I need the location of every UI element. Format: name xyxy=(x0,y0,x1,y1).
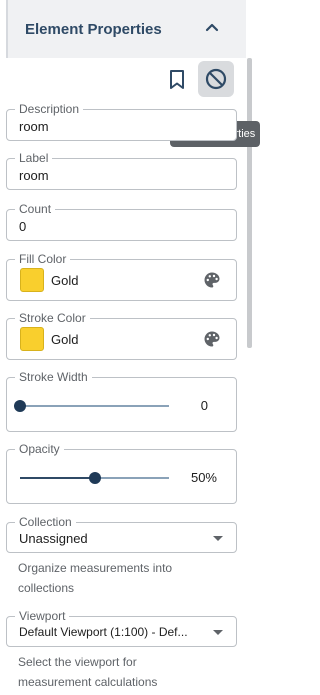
label-field[interactable]: Label room xyxy=(6,151,237,190)
scrollbar[interactable] xyxy=(247,58,252,348)
viewport-select[interactable]: Viewport Default Viewport (1:100) - Def.… xyxy=(6,609,237,647)
fill-color-field[interactable]: Fill Color Gold xyxy=(6,252,237,301)
viewport-label: Viewport xyxy=(15,609,70,623)
collection-helper-text: Organize measurements into collections xyxy=(18,561,173,595)
label-label: Label xyxy=(15,151,53,165)
fill-color-label: Fill Color xyxy=(15,252,71,266)
stroke-color-field[interactable]: Stroke Color Gold xyxy=(6,311,237,360)
description-label: Description xyxy=(15,102,84,116)
stroke-width-value: 0 xyxy=(200,398,208,413)
clear-properties-button[interactable] xyxy=(198,61,234,97)
caret-down-icon xyxy=(213,630,223,635)
palette-icon[interactable] xyxy=(203,271,221,289)
bookmark-button[interactable] xyxy=(159,61,195,97)
stroke-width-slider-thumb[interactable] xyxy=(14,400,26,412)
stroke-width-field[interactable]: Stroke Width 0 xyxy=(6,370,237,432)
bookmark-icon xyxy=(170,70,184,89)
stroke-color-swatch xyxy=(20,327,44,351)
fill-color-swatch xyxy=(20,268,44,292)
description-field[interactable]: Description room xyxy=(6,102,237,141)
viewport-value: Default Viewport (1:100) - Def... xyxy=(19,625,188,639)
opacity-slider-thumb[interactable] xyxy=(89,472,101,484)
opacity-field[interactable]: Opacity 50% xyxy=(6,442,237,504)
stroke-width-slider-track[interactable] xyxy=(20,405,169,407)
palette-icon[interactable] xyxy=(203,330,221,348)
fill-color-value: Gold xyxy=(51,273,79,288)
label-value[interactable]: room xyxy=(19,168,49,183)
stroke-color-value: Gold xyxy=(51,332,79,347)
description-value[interactable]: room xyxy=(19,119,49,134)
block-icon xyxy=(205,68,227,90)
collection-label: Collection xyxy=(15,515,76,529)
stroke-width-label: Stroke Width xyxy=(15,370,92,384)
chevron-up-icon[interactable] xyxy=(205,22,219,32)
collection-value: Unassigned xyxy=(19,531,88,546)
collection-select[interactable]: Collection Unassigned xyxy=(6,515,237,553)
opacity-slider-fill xyxy=(20,477,95,479)
panel-title: Element Properties xyxy=(25,21,162,38)
caret-down-icon xyxy=(213,536,223,541)
count-field[interactable]: Count 0 xyxy=(6,202,237,241)
count-value[interactable]: 0 xyxy=(19,219,26,234)
count-label: Count xyxy=(15,202,56,216)
opacity-label: Opacity xyxy=(15,442,64,456)
viewport-helper-text: Select the viewport for measurement calc… xyxy=(18,655,158,689)
properties-panel-header[interactable]: Element Properties xyxy=(6,0,246,58)
opacity-value: 50% xyxy=(190,470,217,485)
stroke-color-label: Stroke Color xyxy=(15,311,90,325)
